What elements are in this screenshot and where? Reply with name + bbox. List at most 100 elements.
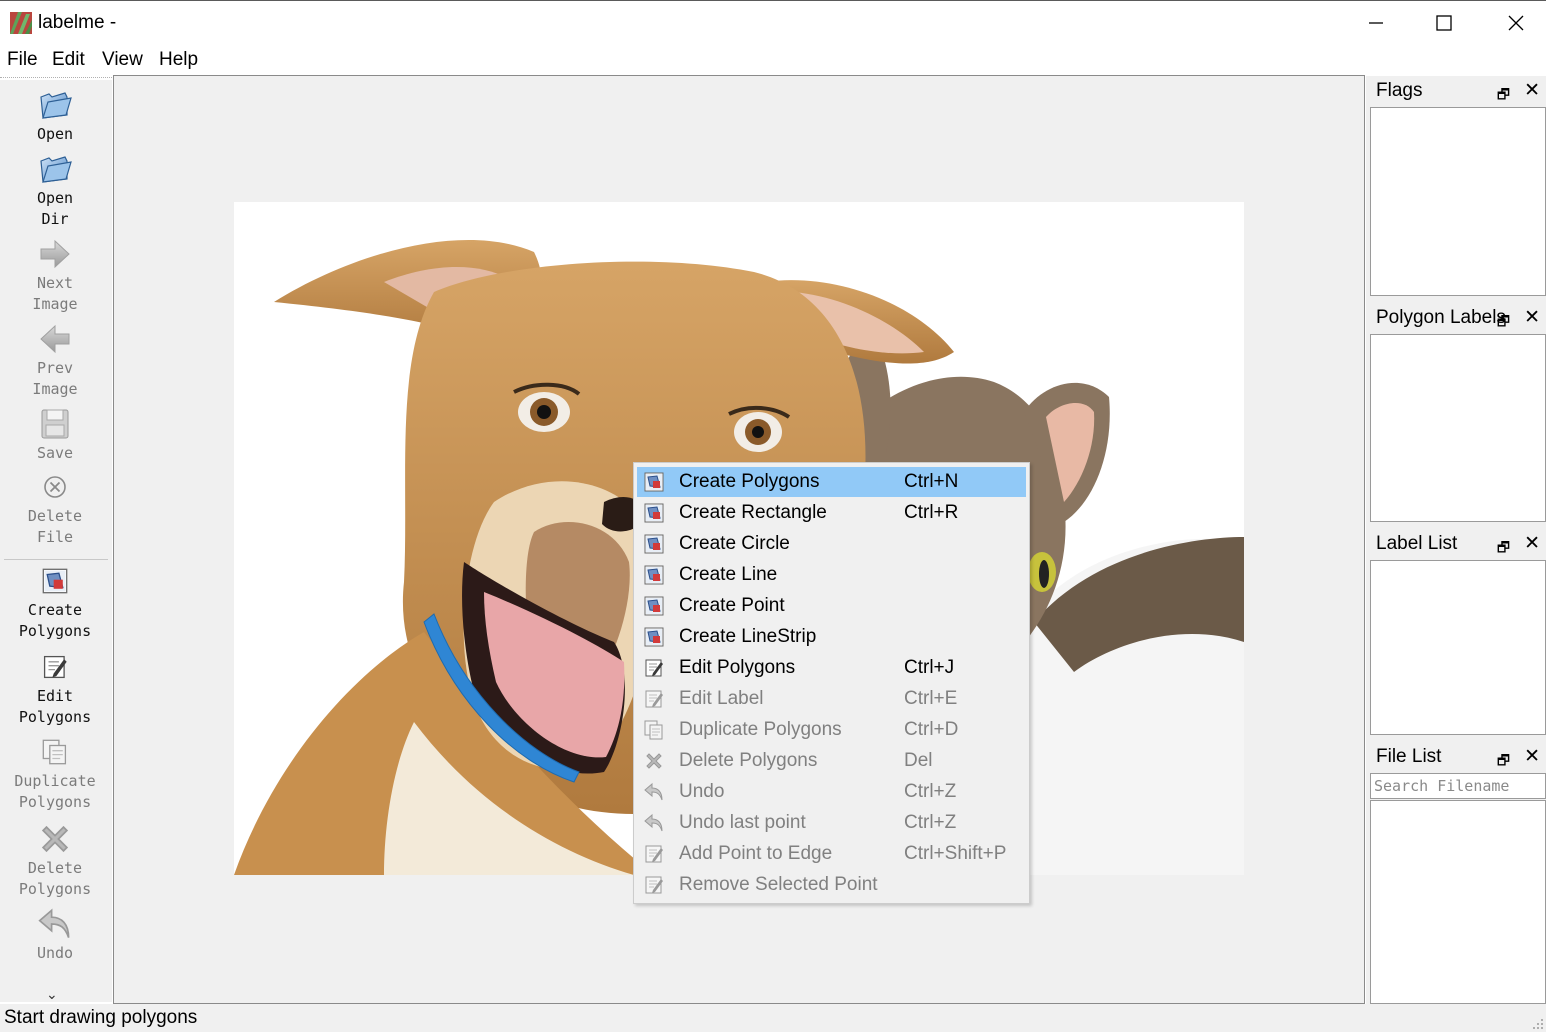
ctx-shortcut: Ctrl+D	[904, 719, 959, 740]
label-list[interactable]	[1370, 560, 1546, 735]
undo-arrow-icon	[38, 907, 72, 941]
ctx-create-rectangle[interactable]: Create Rectangle Ctrl+R	[637, 498, 1026, 528]
float-dock-icon[interactable]: 🗗︎	[1497, 537, 1510, 561]
tool-label: Next Image	[32, 274, 78, 313]
tool-delete-file[interactable]: Delete File	[0, 470, 110, 548]
edit-icon	[644, 658, 664, 678]
copy-icon	[644, 720, 664, 740]
search-filename-input[interactable]	[1370, 773, 1546, 799]
polygon-labels-list[interactable]	[1370, 334, 1546, 522]
ctx-remove-selected-point[interactable]: Remove Selected Point	[637, 870, 1026, 900]
chevron-double-down-icon[interactable]: ⌄︎	[46, 986, 58, 1003]
polygon-draw-icon	[644, 534, 664, 554]
arrow-left-icon	[38, 322, 72, 356]
close-icon	[1508, 15, 1524, 31]
edit-icon	[644, 875, 664, 895]
minimize-button[interactable]	[1356, 7, 1396, 39]
ctx-label: Edit Polygons	[679, 657, 796, 678]
ctx-shortcut: Ctrl+J	[904, 657, 955, 678]
ctx-label: Create Polygons	[679, 471, 820, 492]
ctx-shortcut: Ctrl+R	[904, 502, 959, 523]
x-cross-icon	[38, 822, 72, 856]
tool-open-dir[interactable]: Open Dir	[0, 152, 110, 230]
menu-file[interactable]: File	[7, 49, 38, 71]
ctx-create-line[interactable]: Create Line	[637, 560, 1026, 590]
file-list-dock-title: File List 🗗︎ ✕︎	[1370, 744, 1546, 772]
x-cross-icon	[644, 751, 664, 771]
minimize-icon	[1369, 22, 1383, 24]
polygon-draw-icon	[644, 596, 664, 616]
tool-label: Open Dir	[36, 189, 74, 228]
close-dock-icon[interactable]: ✕︎	[1524, 79, 1540, 102]
status-bar: Start drawing polygons	[0, 1004, 1546, 1032]
tool-save[interactable]: Save	[0, 407, 110, 464]
edit-icon	[644, 844, 664, 864]
ctx-edit-label[interactable]: Edit Label Ctrl+E	[637, 684, 1026, 714]
ctx-create-linestrip[interactable]: Create LineStrip	[637, 622, 1026, 652]
ctx-duplicate-polygons[interactable]: Duplicate Polygons Ctrl+D	[637, 715, 1026, 745]
floppy-disk-icon	[38, 407, 72, 441]
ctx-label: Remove Selected Point	[679, 874, 878, 895]
float-dock-icon[interactable]: 🗗︎	[1497, 84, 1510, 108]
tool-label: Save	[36, 444, 74, 462]
arrow-right-icon	[38, 237, 72, 271]
labelme-app-icon	[10, 12, 32, 34]
toolbar-separator	[4, 559, 108, 560]
tool-next-image[interactable]: Next Image	[0, 237, 110, 315]
float-dock-icon[interactable]: 🗗︎	[1497, 750, 1510, 774]
ctx-edit-polygons[interactable]: Edit Polygons Ctrl+J	[637, 653, 1026, 683]
edit-icon	[644, 689, 664, 709]
ctx-undo[interactable]: Undo Ctrl+Z	[637, 777, 1026, 807]
edit-icon	[42, 654, 68, 680]
tool-create-polygons[interactable]: Create Polygons	[0, 564, 110, 642]
file-list[interactable]	[1370, 800, 1546, 1004]
ctx-label: Create Line	[679, 564, 778, 585]
folder-open-icon	[38, 152, 72, 186]
close-dock-icon[interactable]: ✕︎	[1524, 306, 1540, 329]
ctx-shortcut: Ctrl+E	[904, 688, 958, 709]
ctx-create-polygons[interactable]: Create Polygons Ctrl+N	[637, 467, 1026, 497]
polygon-draw-icon	[644, 565, 664, 585]
flags-list[interactable]	[1370, 107, 1546, 296]
undo-arrow-icon	[644, 782, 664, 802]
tool-open[interactable]: Open	[0, 88, 110, 145]
ctx-label: Undo	[679, 781, 725, 802]
resize-grip-icon[interactable]	[1530, 1016, 1544, 1030]
ctx-create-point[interactable]: Create Point	[637, 591, 1026, 621]
tool-label: Prev Image	[32, 359, 78, 398]
menu-help[interactable]: Help	[159, 49, 198, 71]
tool-prev-image[interactable]: Prev Image	[0, 322, 110, 400]
dock-title-text: Polygon Labels	[1376, 307, 1506, 328]
tool-label: Undo	[36, 944, 74, 962]
ctx-undo-last-point[interactable]: Undo last point Ctrl+Z	[637, 808, 1026, 838]
close-dock-icon[interactable]: ✕︎	[1524, 532, 1540, 555]
ctx-label: Undo last point	[679, 812, 806, 833]
ctx-create-circle[interactable]: Create Circle	[637, 529, 1026, 559]
ctx-delete-polygons[interactable]: Delete Polygons Del	[637, 746, 1026, 776]
copy-icon	[42, 739, 68, 765]
right-dock-area: Flags 🗗︎ ✕︎ Polygon Labels 🗗︎ ✕︎ Label L…	[1366, 76, 1546, 1004]
tool-label: Create Polygons	[18, 601, 92, 640]
dock-title-text: Flags	[1376, 80, 1423, 101]
polygon-draw-icon	[644, 627, 664, 647]
context-menu: Create Polygons Ctrl+N Create Rectangle …	[633, 462, 1030, 904]
title-bar: labelme -	[0, 0, 1546, 44]
tool-undo[interactable]: Undo	[0, 907, 110, 964]
dock-title-text: File List	[1376, 746, 1442, 767]
menu-view[interactable]: View	[102, 49, 143, 71]
maximize-button[interactable]	[1424, 7, 1464, 39]
polygon-draw-icon	[42, 568, 68, 594]
tool-edit-polygons[interactable]: Edit Polygons	[0, 650, 110, 728]
menu-edit[interactable]: Edit	[52, 49, 85, 71]
close-dock-icon[interactable]: ✕︎	[1524, 745, 1540, 768]
toolbar-grip	[0, 77, 112, 79]
ctx-add-point-to-edge[interactable]: Add Point to Edge Ctrl+Shift+P	[637, 839, 1026, 869]
tool-duplicate-polygons[interactable]: Duplicate Polygons	[0, 735, 110, 813]
dock-title-text: Label List	[1376, 533, 1458, 554]
flags-dock-title: Flags 🗗︎ ✕︎	[1370, 78, 1546, 106]
ctx-label: Create LineStrip	[679, 626, 817, 647]
tool-delete-polygons[interactable]: Delete Polygons	[0, 822, 110, 900]
float-dock-icon[interactable]: 🗗︎	[1497, 311, 1510, 335]
delete-circle-icon	[38, 470, 72, 504]
close-window-button[interactable]	[1496, 7, 1536, 39]
